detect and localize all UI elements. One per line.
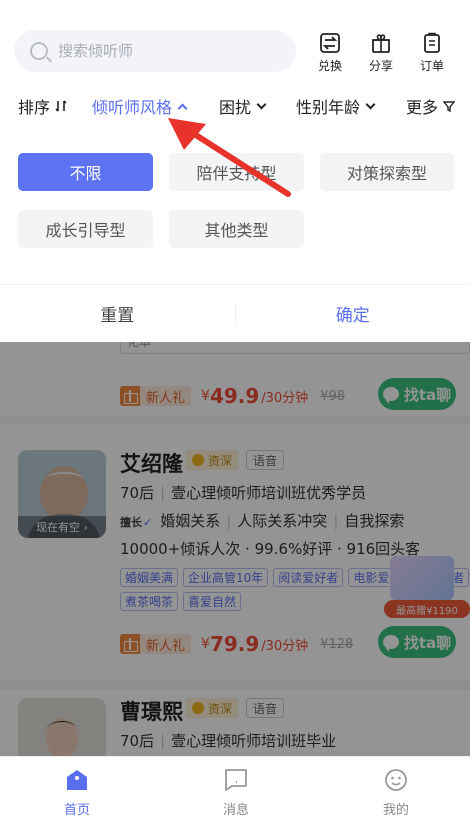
filter-style[interactable]: 倾听师风格 (92, 94, 188, 118)
filter-gender-age[interactable]: 性别年龄 (296, 94, 376, 118)
style-option-other[interactable]: 其他类型 (169, 210, 304, 248)
order-button[interactable]: 订单 (412, 32, 452, 74)
filter-bar: 排序 倾听师风格 困扰 性别年龄 更多 (0, 84, 470, 124)
message-icon (225, 769, 247, 791)
nav-home[interactable]: 首页 (42, 767, 112, 818)
nav-home-label: 首页 (63, 803, 90, 818)
nav-profile[interactable]: 我的 (361, 767, 431, 818)
reset-button[interactable]: 重置 (0, 301, 235, 326)
share-button[interactable]: 分享 (361, 32, 401, 74)
filter-trouble[interactable]: 困扰 (219, 94, 267, 118)
nav-profile-label: 我的 (382, 803, 409, 818)
bottom-nav: 首页 消息 我的 (0, 756, 470, 840)
style-option-companion[interactable]: 陪伴支持型 (169, 153, 304, 191)
chevron-down-icon (256, 99, 267, 109)
style-filter-panel: 不限 陪伴支持型 对策探索型 成长引导型 其他类型 重置 确定 (0, 124, 470, 342)
filter-style-label: 倾听师风格 (92, 98, 173, 117)
filter-trouble-label: 困扰 (219, 98, 252, 117)
chevron-up-icon (177, 103, 188, 113)
filter-sort-label: 排序 (18, 98, 51, 117)
style-option-strategy[interactable]: 对策探索型 (320, 153, 454, 191)
filter-sort[interactable]: 排序 (18, 94, 68, 118)
confirm-button[interactable]: 确定 (236, 301, 470, 326)
order-clipboard-icon (424, 32, 440, 53)
gift-share-icon (372, 34, 390, 53)
order-label: 订单 (419, 59, 444, 73)
sort-arrows-icon (55, 100, 67, 112)
dim-overlay[interactable] (0, 342, 470, 756)
top-header: 兑换 分享 订单 (0, 0, 470, 84)
chevron-down-icon (365, 99, 376, 109)
exchange-button[interactable]: 兑换 (310, 32, 350, 74)
funnel-icon (443, 101, 456, 112)
search-bar[interactable] (14, 30, 296, 72)
share-label: 分享 (368, 59, 393, 73)
profile-smile-icon (385, 769, 407, 791)
home-icon (67, 770, 87, 790)
style-option-unlimited[interactable]: 不限 (18, 153, 153, 191)
nav-messages-label: 消息 (222, 803, 249, 818)
filter-more[interactable]: 更多 (406, 94, 456, 118)
search-icon (30, 42, 48, 60)
filter-more-label: 更多 (406, 98, 439, 117)
exchange-icon (320, 33, 340, 53)
exchange-label: 兑换 (317, 59, 342, 73)
panel-actions: 重置 确定 (0, 284, 470, 342)
search-input[interactable] (58, 42, 258, 60)
filter-gender-age-label: 性别年龄 (296, 98, 361, 117)
style-option-growth[interactable]: 成长引导型 (18, 210, 153, 248)
nav-messages[interactable]: 消息 (201, 767, 271, 818)
